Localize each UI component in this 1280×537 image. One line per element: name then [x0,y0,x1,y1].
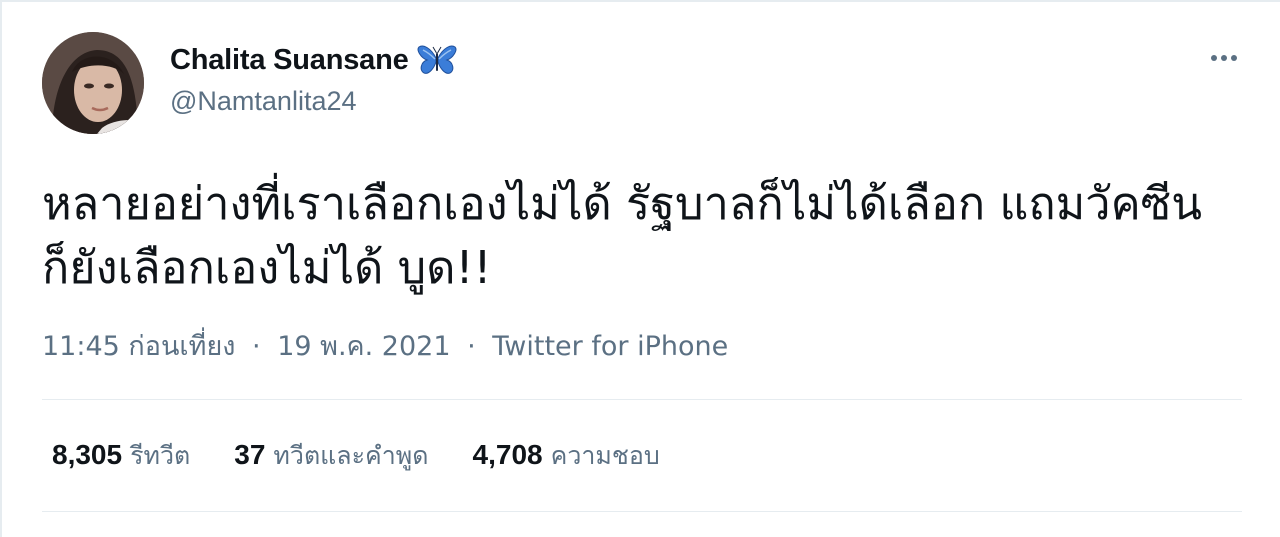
avatar-photo-icon [42,32,144,134]
tweet-time[interactable]: 11:45 ก่อนเที่ยง [42,331,235,362]
author-display-name[interactable]: Chalita Suansane [170,44,409,77]
author-handle[interactable]: @Namtanlita24 [170,86,357,117]
author-name-row[interactable]: Chalita Suansane [170,42,457,78]
quote-tweets-label: ทวีตและคำพูด [273,441,429,470]
tweet-date[interactable]: 19 พ.ค. 2021 [277,331,450,362]
meta-separator: · [467,331,476,362]
author-avatar[interactable] [42,32,144,134]
quote-tweets-stat[interactable]: 37 ทวีตและคำพูด [234,436,428,476]
tweet-stats: 8,305 รีทวีต 37 ทวีตและคำพูด 4,708 ความช… [52,436,704,476]
tweet-text-line: ก็ยังเลือกเองไม่ได้ บูด!! [42,241,492,294]
more-options-icon [1221,55,1227,61]
quote-tweets-count: 37 [234,439,266,470]
tweet-text-line: หลายอย่างที่เราเลือกเองไม่ได้ รัฐบาลก็ไม… [42,177,1202,230]
retweets-label: รีทวีต [130,441,191,470]
tweet-text: หลายอย่างที่เราเลือกเองไม่ได้ รัฐบาลก็ไม… [42,172,1252,300]
tweet-card: Chalita Suansane @Namtanlita24 หลายอย่าง… [0,0,1280,537]
meta-separator: · [252,331,261,362]
more-options-button[interactable] [1200,42,1248,74]
divider [42,399,1242,400]
tweet-source-link[interactable]: Twitter for iPhone [492,331,728,362]
butterfly-emoji-icon [417,44,457,76]
likes-label: ความชอบ [550,441,660,470]
divider [42,511,1242,512]
more-options-icon [1211,55,1217,61]
more-options-icon [1231,55,1237,61]
likes-stat[interactable]: 4,708 ความชอบ [473,436,660,476]
retweets-stat[interactable]: 8,305 รีทวีต [52,436,190,476]
retweets-count: 8,305 [52,439,123,470]
tweet-meta: 11:45 ก่อนเที่ยง · 19 พ.ค. 2021 · Twitte… [42,324,728,367]
likes-count: 4,708 [472,439,543,470]
